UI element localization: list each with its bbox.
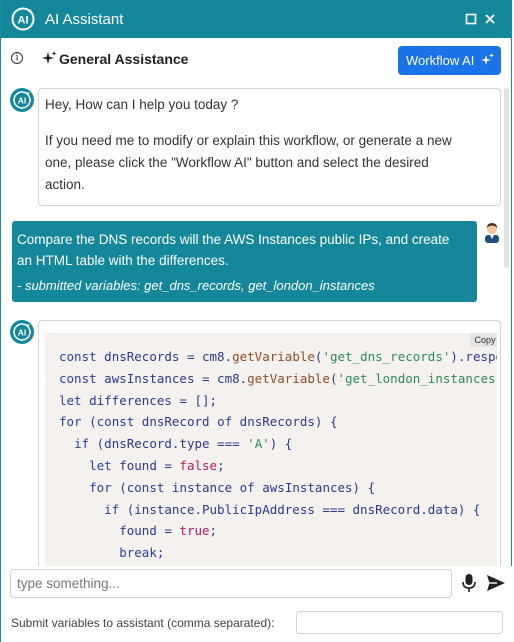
submitted-variables: - submitted variables: get_dns_records, …: [17, 278, 375, 293]
message-input[interactable]: [10, 569, 452, 598]
assistant-avatar-icon: AI: [10, 88, 34, 112]
message-text: an HTML table with the differences.: [17, 253, 229, 268]
message-text: one, please click the "Workflow AI" butt…: [45, 155, 429, 170]
sparkle-icon: [481, 53, 494, 65]
svg-text:AI: AI: [18, 328, 27, 338]
message-text: Compare the DNS records will the AWS Ins…: [17, 232, 450, 247]
user-avatar-icon: [485, 223, 499, 243]
microphone-icon[interactable]: [461, 573, 477, 593]
message-text: action.: [45, 177, 85, 192]
code-content: const dnsRecords = cm8.getVariable('get_…: [59, 349, 497, 561]
code-block: Copy const dnsRecords = cm8.getVariable(…: [45, 333, 497, 569]
svg-text:AI: AI: [18, 96, 27, 106]
assistant-header: i General Assistance Workflow AI: [1, 38, 512, 82]
ai-assistant-window: AI AI Assistant i General Assistance Wor…: [0, 0, 512, 642]
variables-input[interactable]: [296, 611, 503, 634]
title-bar: AI AI Assistant: [1, 0, 512, 38]
ai-logo-icon: AI: [11, 7, 35, 31]
assistant-avatar-icon: AI: [10, 320, 34, 344]
user-message: Compare the DNS records will the AWS Ins…: [12, 221, 477, 302]
page-title: General Assistance: [59, 51, 189, 67]
assistant-message: Hey, How can I help you today ? If you n…: [38, 88, 501, 206]
sparkle-icon: [42, 51, 57, 64]
info-icon[interactable]: i: [11, 52, 23, 64]
message-text: Hey, How can I help you today ?: [45, 97, 239, 112]
window-title: AI Assistant: [45, 11, 124, 28]
chat-scrollbar[interactable]: [504, 88, 509, 268]
workflow-ai-button[interactable]: Workflow AI: [398, 46, 501, 75]
svg-text:AI: AI: [18, 15, 29, 27]
close-icon[interactable]: [482, 10, 498, 28]
send-icon[interactable]: [486, 574, 506, 592]
workflow-ai-button-label: Workflow AI: [406, 53, 475, 68]
variables-label: Submit variables to assistant (comma sep…: [11, 616, 275, 630]
message-text: If you need me to modify or explain this…: [45, 133, 452, 148]
maximize-icon[interactable]: [463, 10, 479, 28]
composer: Submit variables to assistant (comma sep…: [1, 566, 512, 642]
assistant-code-message: Copy const dnsRecords = cm8.getVariable(…: [38, 320, 501, 570]
copy-button[interactable]: Copy: [470, 333, 497, 347]
